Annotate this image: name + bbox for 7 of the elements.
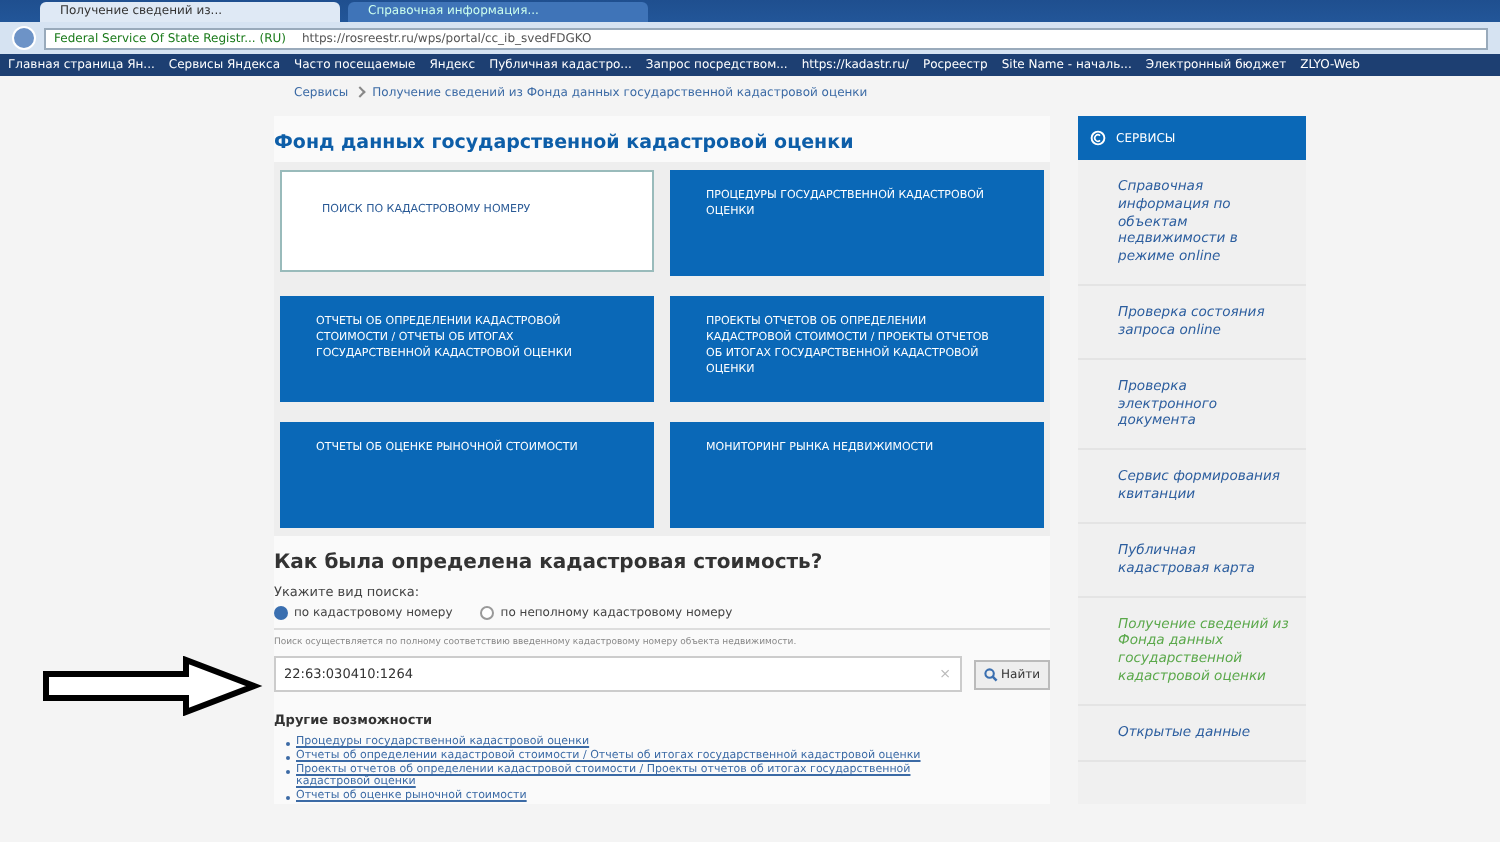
search-icon	[983, 667, 998, 681]
circle-icon	[1090, 130, 1106, 146]
radio-button[interactable]	[274, 606, 288, 620]
page-title: Фонд данных государственной кадастровой оценки	[274, 130, 856, 158]
radio-button[interactable]	[480, 606, 495, 620]
chevron-icon	[354, 86, 366, 98]
section-heading: Как была определена кадастровая стоимость?	[274, 550, 825, 578]
